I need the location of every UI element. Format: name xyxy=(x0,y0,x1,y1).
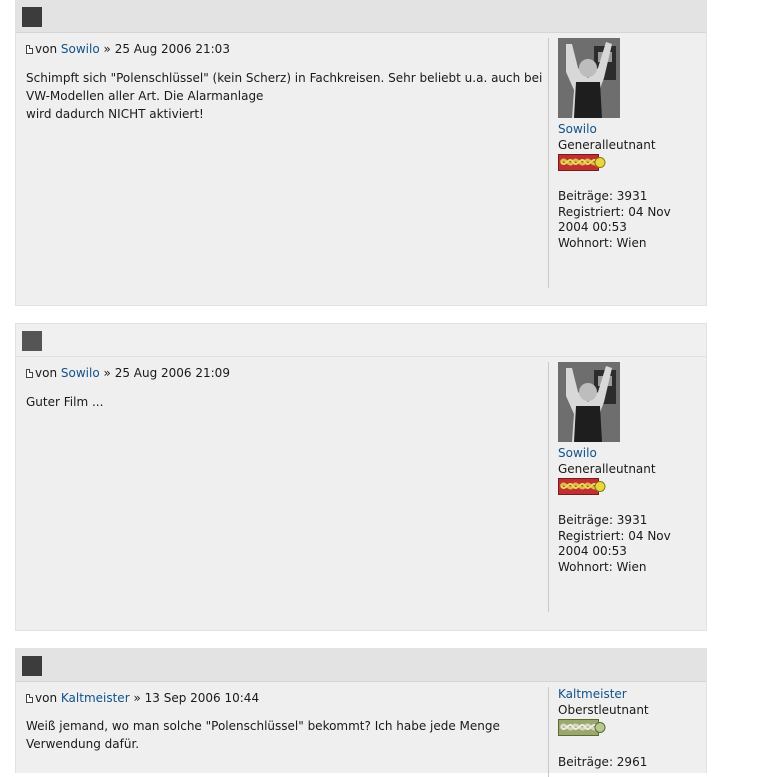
post-3: von Kaltmeister » 13 Sep 2006 10:44 Weiß… xyxy=(15,648,707,777)
post-profile: Sowilo Generalleutnant Beiträge: 3931 Re… xyxy=(548,38,708,288)
post-marker-square xyxy=(22,656,42,676)
post-count: Beiträge: 3931 xyxy=(558,513,648,527)
post-content: Schimpft sich "Polenschlüssel" (kein Sch… xyxy=(26,69,546,123)
post-body: von Kaltmeister » 13 Sep 2006 10:44 Weiß… xyxy=(26,689,546,753)
registered-date-cont: 2004 00:53 xyxy=(558,220,627,234)
location: Wohnort: Wien xyxy=(558,559,647,574)
post-profile: Kaltmeister Oberstleutnant Beiträge: 296… xyxy=(548,687,708,777)
post-count: Beiträge: 3931 xyxy=(558,189,648,203)
post-header xyxy=(16,324,706,357)
profile-stats: Beiträge: 3931 Registriert: 04 Nov 2004 … xyxy=(558,513,708,575)
registered-date: Registriert: 04 Nov xyxy=(558,528,671,543)
post-content: Guter Film ... xyxy=(26,393,546,411)
byline-separator: » xyxy=(133,691,141,705)
author-link[interactable]: Kaltmeister xyxy=(61,691,130,705)
registered-date-cont: 2004 00:53 xyxy=(558,544,627,558)
content-line: VW-Modellen aller Art. Die Alarmanlage xyxy=(26,89,264,103)
content-line: Schimpft sich "Polenschlüssel" (kein Sch… xyxy=(26,71,543,85)
profile-username[interactable]: Kaltmeister xyxy=(558,687,708,703)
post-icon[interactable] xyxy=(26,369,33,378)
post-byline: von Kaltmeister » 13 Sep 2006 10:44 xyxy=(26,689,546,707)
general-rank-insignia-icon xyxy=(558,478,606,495)
avatar[interactable] xyxy=(558,362,620,442)
profile-stats: Beiträge: 3931 Registriert: 04 Nov 2004 … xyxy=(558,189,708,251)
rank-title: Generalleutnant xyxy=(558,137,656,152)
byline-separator: » xyxy=(103,42,111,56)
post-date: 25 Aug 2006 21:09 xyxy=(114,366,230,380)
post-icon[interactable] xyxy=(26,694,33,703)
post-marker-square xyxy=(22,331,42,351)
registered-date: Registriert: 04 Nov xyxy=(558,204,671,219)
byline-prefix: von xyxy=(35,691,58,705)
content-line: wird dadurch NICHT aktiviert! xyxy=(26,107,204,121)
post-profile: Sowilo Generalleutnant Beiträge: 3931 Re… xyxy=(548,362,708,612)
post-content: Weiß jemand, wo man solche "Polenschlüss… xyxy=(26,717,546,753)
officer-rank-insignia-icon xyxy=(558,719,606,736)
post-1: von Sowilo » 25 Aug 2006 21:03 Schimpft … xyxy=(15,0,707,306)
profile-username[interactable]: Sowilo xyxy=(558,446,708,462)
rank-title: Oberstleutnant xyxy=(558,702,649,717)
author-link[interactable]: Sowilo xyxy=(61,42,100,56)
avatar[interactable] xyxy=(558,38,620,118)
content-line: Guter Film ... xyxy=(26,395,104,409)
post-header xyxy=(16,649,706,682)
post-body: von Sowilo » 25 Aug 2006 21:09 Guter Fil… xyxy=(26,364,546,411)
post-date: 13 Sep 2006 10:44 xyxy=(144,691,260,705)
location: Wohnort: Wien xyxy=(558,235,647,250)
content-line: Verwendung dafür. xyxy=(26,737,140,751)
profile-stats: Beiträge: 2961 xyxy=(558,755,708,771)
rank-title: Generalleutnant xyxy=(558,461,656,476)
post-icon[interactable] xyxy=(26,45,33,54)
post-byline: von Sowilo » 25 Aug 2006 21:03 xyxy=(26,40,546,58)
profile-username[interactable]: Sowilo xyxy=(558,122,708,138)
author-link[interactable]: Sowilo xyxy=(61,366,100,380)
byline-separator: » xyxy=(103,366,111,380)
post-2: von Sowilo » 25 Aug 2006 21:09 Guter Fil… xyxy=(15,323,707,631)
post-count: Beiträge: 2961 xyxy=(558,755,648,769)
byline-prefix: von xyxy=(35,42,58,56)
post-header xyxy=(16,0,706,33)
content-line: Weiß jemand, wo man solche "Polenschlüss… xyxy=(26,719,500,733)
post-body: von Sowilo » 25 Aug 2006 21:03 Schimpft … xyxy=(26,40,546,123)
post-date: 25 Aug 2006 21:03 xyxy=(114,42,230,56)
byline-prefix: von xyxy=(35,366,58,380)
post-byline: von Sowilo » 25 Aug 2006 21:09 xyxy=(26,364,546,382)
general-rank-insignia-icon xyxy=(558,154,606,171)
post-marker-square xyxy=(22,7,42,27)
